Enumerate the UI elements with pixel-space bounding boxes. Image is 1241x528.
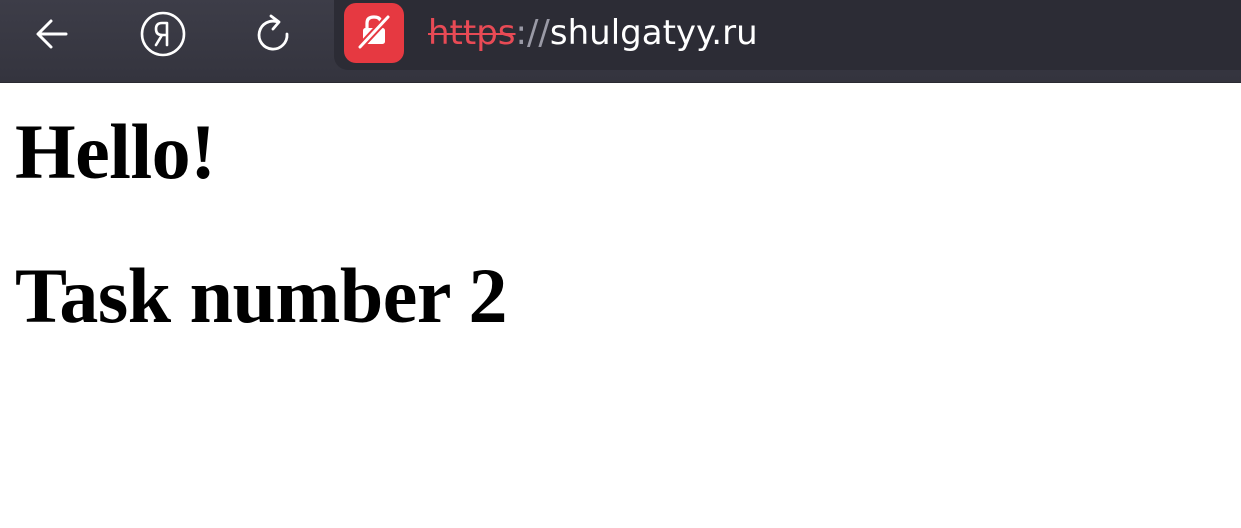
url-separator: ://	[515, 13, 550, 53]
address-bar[interactable]: https://shulgatyy.ru	[334, 0, 1241, 70]
url-host: shulgatyy.ru	[549, 13, 758, 53]
page-heading-hello: Hello!	[15, 108, 216, 195]
browser-toolbar: https://shulgatyy.ru	[0, 0, 1241, 83]
arrow-left-icon	[32, 14, 72, 54]
insecure-lock-icon	[354, 11, 394, 56]
security-badge[interactable]	[344, 3, 404, 63]
url-text[interactable]: https://shulgatyy.ru	[428, 11, 758, 55]
yandex-button[interactable]	[137, 8, 189, 60]
page-heading-task: Task number 2	[15, 252, 508, 339]
reload-icon	[251, 12, 295, 56]
reload-button[interactable]	[247, 8, 299, 60]
back-button[interactable]	[26, 8, 78, 60]
yandex-logo-icon	[139, 10, 187, 58]
url-scheme: https	[428, 13, 516, 53]
